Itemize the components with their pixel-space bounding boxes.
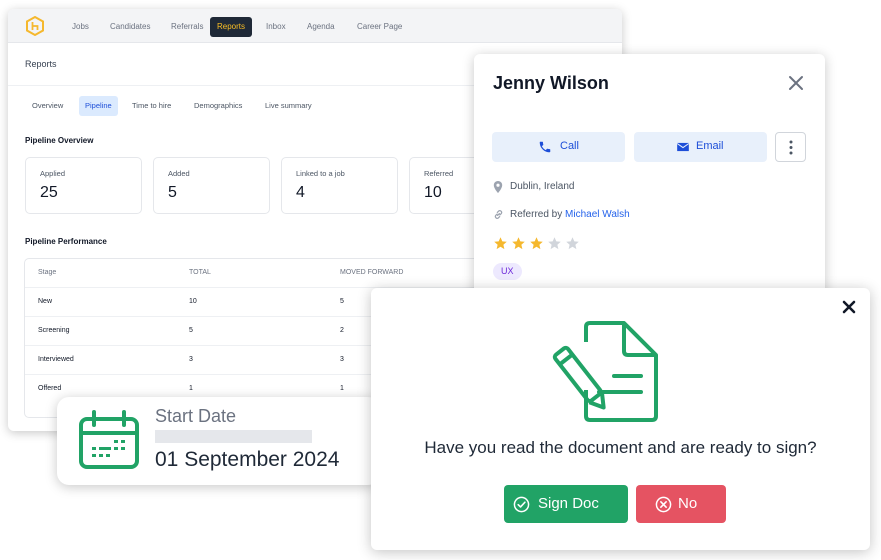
table-cell: 1 bbox=[340, 385, 344, 392]
stat-label: Applied bbox=[40, 169, 66, 178]
nav-referrals[interactable]: Referrals bbox=[164, 17, 210, 37]
star-icon[interactable] bbox=[565, 236, 580, 251]
email-label: Email bbox=[696, 140, 724, 152]
tab-live-summary[interactable]: Live summary bbox=[259, 96, 318, 116]
table-cell: 5 bbox=[340, 298, 344, 305]
page-title: Reports bbox=[25, 59, 57, 69]
link-icon bbox=[494, 210, 503, 219]
tab-pipeline[interactable]: Pipeline bbox=[79, 96, 118, 116]
calendar-icon bbox=[79, 410, 139, 469]
tab-overview[interactable]: Overview bbox=[26, 96, 69, 116]
table-cell: 3 bbox=[340, 356, 344, 363]
star-icon[interactable] bbox=[511, 236, 526, 251]
close-icon[interactable] bbox=[840, 298, 858, 316]
close-icon[interactable] bbox=[785, 72, 807, 94]
nav-agenda[interactable]: Agenda bbox=[300, 17, 342, 37]
stat-value: 10 bbox=[424, 184, 442, 201]
check-circle-icon bbox=[513, 496, 530, 513]
table-cell: Screening bbox=[38, 327, 70, 334]
column-header: TOTAL bbox=[189, 269, 211, 276]
nav-inbox[interactable]: Inbox bbox=[259, 17, 293, 37]
start-date-value: 01 September 2024 bbox=[155, 448, 340, 471]
table-cell: 2 bbox=[340, 327, 344, 334]
placeholder-bar bbox=[155, 430, 312, 443]
no-label: No bbox=[678, 495, 698, 512]
start-date-label: Start Date bbox=[155, 406, 237, 426]
stat-card-applied: Applied 25 bbox=[25, 157, 142, 214]
stat-value: 5 bbox=[168, 184, 177, 201]
stat-label: Referred bbox=[424, 169, 454, 178]
table-cell: 5 bbox=[189, 327, 193, 334]
table-cell: 3 bbox=[189, 356, 193, 363]
sign-doc-label: Sign Doc bbox=[538, 495, 599, 512]
table-cell: Offered bbox=[38, 385, 62, 392]
sign-question: Have you read the document and are ready… bbox=[424, 438, 817, 457]
phone-icon bbox=[539, 141, 551, 153]
start-date-card: Start Date 01 September 2024 bbox=[57, 397, 380, 485]
top-nav: Jobs Candidates Referrals Reports Inbox … bbox=[8, 9, 622, 43]
sign-document-modal: Have you read the document and are ready… bbox=[371, 288, 870, 550]
referrer-link[interactable]: Michael Walsh bbox=[565, 209, 630, 220]
tab-time-to-hire[interactable]: Time to hire bbox=[126, 96, 177, 116]
document-sign-icon bbox=[552, 321, 658, 422]
nav-jobs[interactable]: Jobs bbox=[65, 17, 96, 37]
tab-demographics[interactable]: Demographics bbox=[188, 96, 248, 116]
nav-candidates[interactable]: Candidates bbox=[103, 17, 157, 37]
stat-label: Added bbox=[168, 169, 190, 178]
column-header: MOVED FORWARD bbox=[340, 269, 404, 276]
call-button[interactable]: Call bbox=[492, 132, 625, 162]
nav-reports[interactable]: Reports bbox=[210, 17, 253, 37]
pipeline-overview-title: Pipeline Overview bbox=[25, 136, 94, 145]
pipeline-performance-title: Pipeline Performance bbox=[25, 237, 107, 246]
table-cell: Interviewed bbox=[38, 356, 74, 363]
more-options-button[interactable] bbox=[775, 132, 806, 162]
location-pin-icon bbox=[493, 181, 503, 193]
stat-card-linked: Linked to a job 4 bbox=[281, 157, 398, 214]
nav-career-page[interactable]: Career Page bbox=[350, 17, 409, 37]
referred-prefix: Referred by bbox=[510, 209, 563, 220]
no-button[interactable]: No bbox=[636, 485, 726, 523]
sign-doc-button[interactable]: Sign Doc bbox=[504, 485, 628, 523]
skill-tag: UX bbox=[493, 263, 522, 280]
location-text: Dublin, Ireland bbox=[510, 181, 575, 192]
star-icon[interactable] bbox=[493, 236, 508, 251]
call-label: Call bbox=[560, 140, 579, 152]
candidate-card: Jenny Wilson Call Email Dublin, Ireland bbox=[474, 54, 825, 309]
table-cell: 1 bbox=[189, 385, 193, 392]
logo-icon bbox=[26, 16, 44, 36]
column-header: Stage bbox=[38, 269, 57, 276]
star-icon[interactable] bbox=[529, 236, 544, 251]
stat-value: 25 bbox=[40, 184, 58, 201]
x-circle-icon bbox=[655, 496, 672, 513]
star-icon[interactable] bbox=[547, 236, 562, 251]
table-cell: New bbox=[38, 298, 53, 305]
kebab-menu-icon bbox=[789, 140, 793, 155]
referral-text: Referred by Michael Walsh bbox=[510, 209, 630, 220]
stat-card-added: Added 5 bbox=[153, 157, 270, 214]
email-button[interactable]: Email bbox=[634, 132, 767, 162]
candidate-name: Jenny Wilson bbox=[493, 73, 609, 93]
table-cell: 10 bbox=[189, 298, 197, 305]
stat-value: 4 bbox=[296, 184, 305, 201]
envelope-icon bbox=[676, 142, 690, 152]
stat-label: Linked to a job bbox=[296, 169, 345, 178]
